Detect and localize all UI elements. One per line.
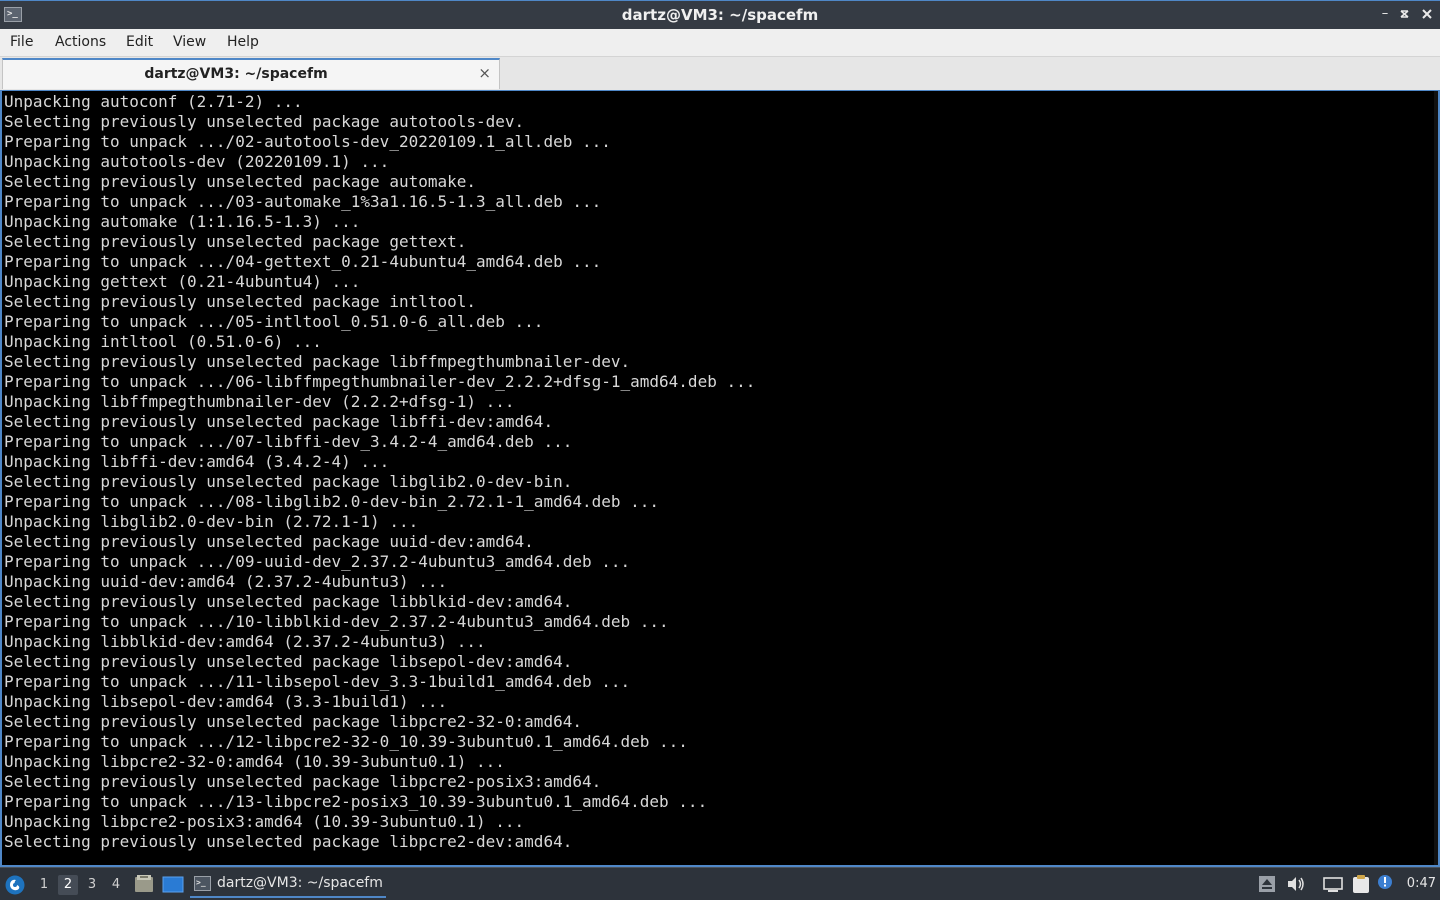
terminal-output: Unpacking autoconf (2.71-2) ... Selectin… (3, 92, 755, 852)
menu-view[interactable]: View (173, 34, 206, 50)
terminal-line: Selecting previously unselected package … (4, 472, 573, 491)
terminal-line: Unpacking libffmpegthumbnailer-dev (2.2.… (4, 392, 515, 411)
restore-icon[interactable] (1397, 6, 1413, 22)
clipboard-icon[interactable] (1351, 874, 1371, 894)
terminal-line: Preparing to unpack .../10-libblkid-dev_… (4, 612, 669, 631)
workspace-3[interactable]: 3 (82, 875, 102, 895)
terminal-view[interactable]: Unpacking autoconf (2.71-2) ... Selectin… (0, 90, 1440, 867)
terminal-line: Preparing to unpack .../13-libpcre2-posi… (4, 792, 708, 811)
terminal-line: Unpacking uuid-dev:amd64 (2.37.2-4ubuntu… (4, 572, 448, 591)
terminal-line: Preparing to unpack .../08-libglib2.0-de… (4, 492, 660, 511)
terminal-line: Selecting previously unselected package … (4, 532, 534, 551)
network-icon[interactable] (1322, 876, 1344, 894)
terminal-line: Unpacking gettext (0.21-4ubuntu4) ... (4, 272, 361, 291)
terminal-line: Selecting previously unselected package … (4, 592, 573, 611)
terminal-line: Selecting previously unselected package … (4, 832, 573, 851)
minimize-icon[interactable]: – (1377, 6, 1393, 22)
menu-edit[interactable]: Edit (126, 34, 153, 50)
task-terminal[interactable]: >_ dartz@VM3: ~/spacefm (190, 870, 386, 898)
eject-icon[interactable] (1258, 875, 1276, 893)
lxqt-start-icon[interactable] (4, 874, 26, 896)
terminal-line: Unpacking libglib2.0-dev-bin (2.72.1-1) … (4, 512, 419, 531)
terminal-line: Preparing to unpack .../06-libffmpegthum… (4, 372, 756, 391)
show-desktop-icon[interactable] (162, 876, 184, 893)
clock[interactable]: 0:47 (1407, 876, 1436, 891)
file-manager-icon[interactable] (134, 875, 154, 893)
terminal-line: Unpacking libffi-dev:amd64 (3.4.2-4) ... (4, 452, 390, 471)
tab-close-icon[interactable]: × (478, 64, 491, 82)
terminal-line: Unpacking intltool (0.51.0-6) ... (4, 332, 322, 351)
terminal-line: Unpacking libpcre2-posix3:amd64 (10.39-3… (4, 812, 525, 831)
task-label: dartz@VM3: ~/spacefm (217, 875, 383, 891)
terminal-line: Preparing to unpack .../05-intltool_0.51… (4, 312, 544, 331)
terminal-line: Selecting previously unselected package … (4, 352, 631, 371)
terminal-line: Selecting previously unselected package … (4, 772, 602, 791)
terminal-line: Preparing to unpack .../02-autotools-dev… (4, 132, 611, 151)
terminal-line: Unpacking automake (1:1.16.5-1.3) ... (4, 212, 361, 231)
close-icon[interactable] (1419, 6, 1435, 22)
terminal-line: Preparing to unpack .../04-gettext_0.21-… (4, 252, 602, 271)
terminal-line: Preparing to unpack .../09-uuid-dev_2.37… (4, 552, 631, 571)
volume-icon[interactable] (1286, 875, 1306, 893)
terminal-line: Unpacking autoconf (2.71-2) ... (4, 92, 303, 111)
terminal-line: Unpacking libblkid-dev:amd64 (2.37.2-4ub… (4, 632, 486, 651)
menu-help[interactable]: Help (227, 34, 259, 50)
terminal-line: Preparing to unpack .../03-automake_1%3a… (4, 192, 602, 211)
tab-bar: dartz@VM3: ~/spacefm × (0, 57, 1440, 90)
notification-icon[interactable] (1377, 874, 1395, 892)
workspace-1[interactable]: 1 (34, 875, 54, 895)
terminal-line: Preparing to unpack .../12-libpcre2-32-0… (4, 732, 688, 751)
menu-file[interactable]: File (10, 34, 33, 50)
terminal-line: Selecting previously unselected package … (4, 232, 467, 251)
terminal-line: Selecting previously unselected package … (4, 412, 554, 431)
terminal-line: Selecting previously unselected package … (4, 292, 477, 311)
menu-bar: File Actions Edit View Help (0, 29, 1440, 57)
terminal-line: Selecting previously unselected package … (4, 652, 573, 671)
terminal-line: Selecting previously unselected package … (4, 112, 525, 131)
terminal-line: Preparing to unpack .../11-libsepol-dev_… (4, 672, 631, 691)
terminal-line: Unpacking autotools-dev (20220109.1) ... (4, 152, 390, 171)
taskbar: 1 2 3 4 >_ dartz@VM3: ~/spacefm 0:47 (0, 867, 1440, 900)
tab-label: dartz@VM3: ~/spacefm (144, 66, 328, 82)
window-titlebar[interactable]: >_ dartz@VM3: ~/spacefm – (0, 0, 1440, 29)
window-title: dartz@VM3: ~/spacefm (621, 6, 819, 24)
terminal-line: Selecting previously unselected package … (4, 712, 582, 731)
tab-terminal[interactable]: dartz@VM3: ~/spacefm × (2, 58, 500, 89)
terminal-line: Unpacking libpcre2-32-0:amd64 (10.39-3ub… (4, 752, 505, 771)
terminal-scrollbar[interactable] (1434, 91, 1438, 865)
terminal-line: Selecting previously unselected package … (4, 172, 477, 191)
terminal-icon: >_ (194, 876, 211, 891)
terminal-line: Unpacking libsepol-dev:amd64 (3.3-1build… (4, 692, 448, 711)
menu-actions[interactable]: Actions (55, 34, 106, 50)
terminal-line: Preparing to unpack .../07-libffi-dev_3.… (4, 432, 573, 451)
workspace-2[interactable]: 2 (58, 875, 78, 895)
workspace-4[interactable]: 4 (106, 875, 126, 895)
